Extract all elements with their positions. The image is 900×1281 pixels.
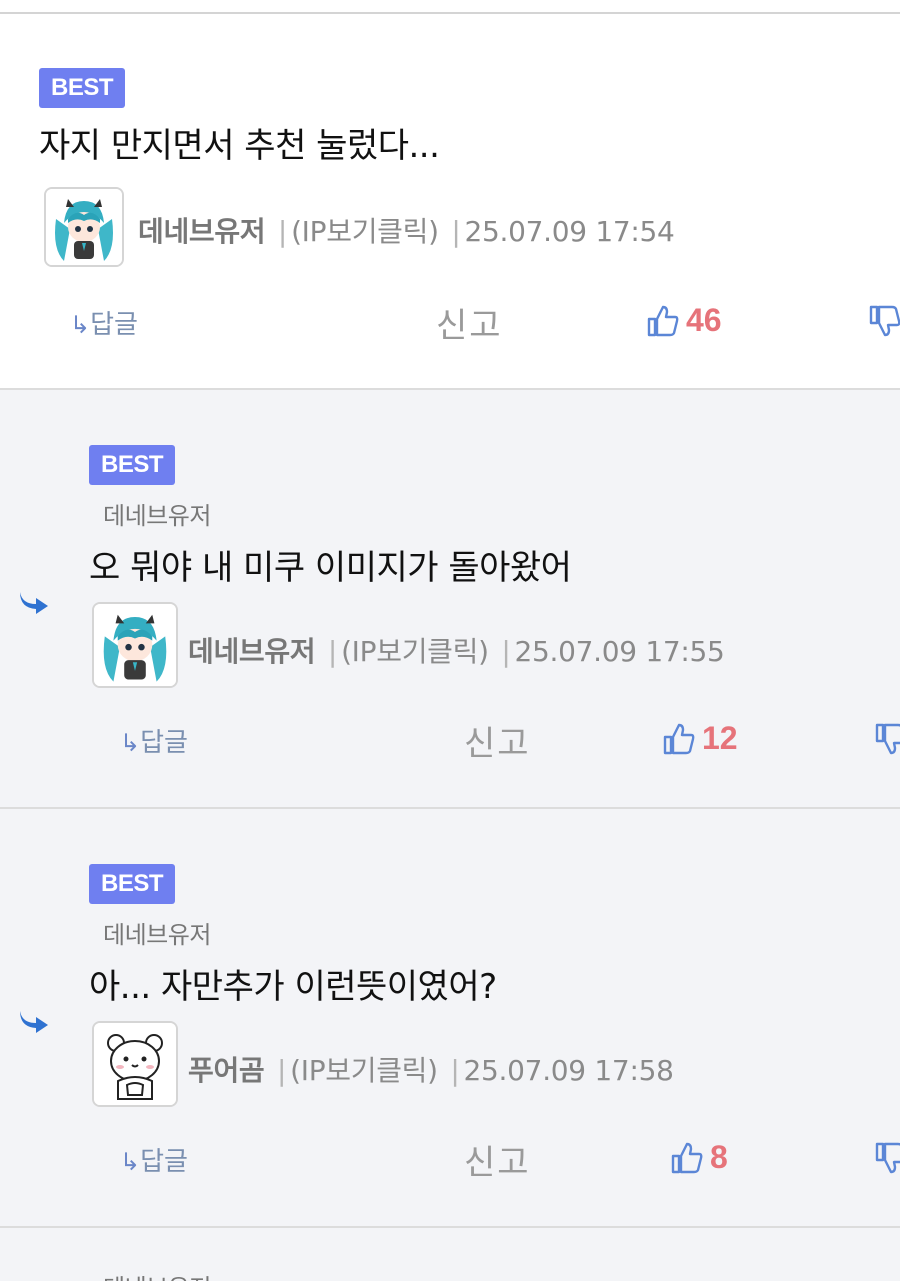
nickname[interactable]: 데네브유저 xyxy=(188,635,316,668)
nickname[interactable]: 푸어곰 xyxy=(188,1054,265,1087)
separator: | xyxy=(277,215,288,248)
reply-to-user: 데네브유저 xyxy=(103,921,211,949)
reply-indicator-icon xyxy=(20,1011,48,1033)
dislike-button[interactable] xyxy=(874,722,900,760)
best-badge: BEST xyxy=(89,445,176,485)
like-button[interactable]: 46 xyxy=(646,302,722,339)
report-button[interactable]: 신고 xyxy=(464,1135,531,1184)
avatar[interactable] xyxy=(92,602,178,688)
reply-button[interactable]: ↳답글 xyxy=(70,304,138,341)
comment-meta: 데네브유저 | (IP보기클릭) | 25.07.09 17:54 xyxy=(138,210,675,250)
like-count: 46 xyxy=(686,302,722,338)
comment-content: 아... 자만추가 이런뜻이였어? xyxy=(89,967,497,1007)
miku-avatar-icon xyxy=(94,604,176,686)
ip-link[interactable]: (IP보기클릭) xyxy=(290,1054,438,1087)
reply-button[interactable]: ↳답글 xyxy=(120,722,188,759)
comment-4: 데네브유저 xyxy=(0,1228,900,1281)
thumbs-up-icon xyxy=(663,723,695,754)
comment-1: BEST 자지 만지면서 추천 눌렀다... 데네브유저 | (IP보기클릭) |… xyxy=(0,14,900,389)
datetime: 25.07.09 17:54 xyxy=(464,215,675,248)
comment-actions: ↳답글 신고 12 xyxy=(0,716,900,765)
comment-2: BEST 데네브유저 오 뭐야 내 미쿠 이미지가 돌아왔어 데네브유저 | (I… xyxy=(0,390,900,808)
reply-label: 답글 xyxy=(90,310,138,340)
comment-content: 오 뭐야 내 미쿠 이미지가 돌아왔어 xyxy=(89,548,572,588)
reply-label: 답글 xyxy=(140,1147,188,1177)
comment-meta: 데네브유저 | (IP보기클릭) | 25.07.09 17:55 xyxy=(188,630,725,670)
reply-arrow-icon: ↳ xyxy=(70,311,91,339)
best-badge: BEST xyxy=(39,68,126,108)
reply-to-user: 데네브유저 xyxy=(103,502,211,530)
comment-actions: ↳답글 신고 8 xyxy=(0,1135,900,1184)
bear-avatar-icon xyxy=(94,1023,176,1105)
separator: | xyxy=(450,1054,460,1087)
datetime: 25.07.09 17:55 xyxy=(514,635,725,668)
reply-arrow-icon: ↳ xyxy=(120,1148,141,1176)
like-button[interactable]: 12 xyxy=(662,720,738,757)
ip-link[interactable]: (IP보기클릭) xyxy=(341,635,489,668)
comment-actions: ↳답글 신고 46 xyxy=(0,298,900,347)
separator: | xyxy=(451,215,461,248)
datetime: 25.07.09 17:58 xyxy=(463,1054,674,1087)
comment-3: BEST 데네브유저 아... 자만추가 이런뜻이였어? 푸어곰 | (IP보기클… xyxy=(0,809,900,1227)
thumbs-up-icon xyxy=(671,1142,703,1173)
thumbs-up-icon xyxy=(647,305,679,336)
like-count: 8 xyxy=(710,1139,728,1175)
report-button[interactable]: 신고 xyxy=(436,298,503,347)
thumbs-down-icon xyxy=(869,305,900,337)
dislike-button[interactable] xyxy=(868,304,900,342)
reply-label: 답글 xyxy=(140,728,188,758)
like-button[interactable]: 8 xyxy=(670,1139,728,1176)
avatar[interactable] xyxy=(44,187,124,267)
separator: | xyxy=(327,635,338,668)
reply-to-user: 데네브유저 xyxy=(103,1268,211,1281)
miku-avatar-icon xyxy=(46,189,122,265)
reply-indicator-icon xyxy=(20,592,48,614)
thumbs-down-icon xyxy=(875,1142,900,1174)
best-badge: BEST xyxy=(89,864,176,904)
comment-meta: 푸어곰 | (IP보기클릭) | 25.07.09 17:58 xyxy=(188,1049,674,1089)
like-count: 12 xyxy=(702,720,738,756)
avatar[interactable] xyxy=(92,1021,178,1107)
report-button[interactable]: 신고 xyxy=(464,716,531,765)
dislike-button[interactable] xyxy=(874,1141,900,1179)
reply-button[interactable]: ↳답글 xyxy=(120,1141,188,1178)
comment-content: 자지 만지면서 추천 눌렀다... xyxy=(39,126,440,166)
separator: | xyxy=(501,635,511,668)
separator: | xyxy=(277,1054,287,1087)
thumbs-down-icon xyxy=(875,723,900,755)
nickname[interactable]: 데네브유저 xyxy=(138,215,266,248)
ip-link[interactable]: (IP보기클릭) xyxy=(291,215,439,248)
reply-arrow-icon: ↳ xyxy=(120,729,141,757)
